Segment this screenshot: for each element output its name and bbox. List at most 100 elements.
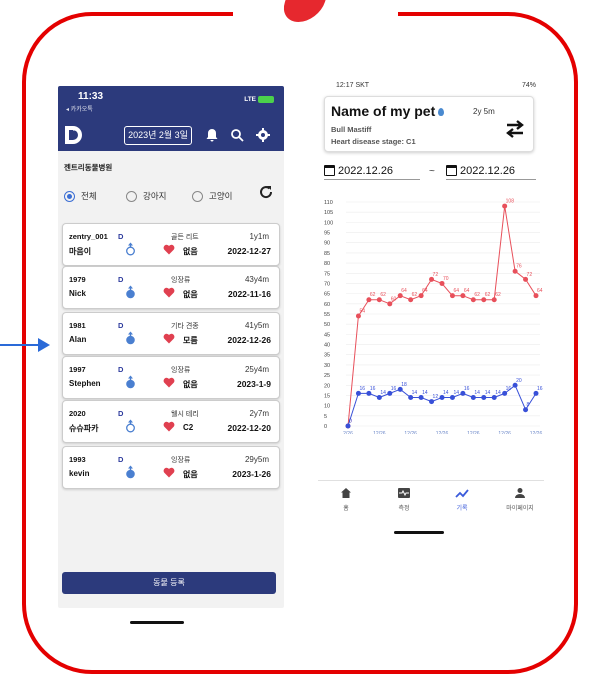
patient-name: 마음이 [69, 247, 92, 256]
nav-mypage[interactable]: 마이페이지 [500, 487, 540, 512]
date-to-selector[interactable]: 2022.12.26 [446, 162, 536, 180]
refresh-icon[interactable] [258, 184, 274, 200]
patient-age: 41y5m [244, 321, 269, 330]
heart-stage: 없음 [183, 290, 198, 299]
patient-name: Nick [69, 289, 86, 298]
data-label: 16 [537, 386, 543, 392]
y-tick-label: 50 [324, 322, 330, 328]
data-label: 0 [349, 419, 352, 425]
visit-date: 2022-12-20 [227, 423, 271, 433]
heart-stage: C2 [183, 423, 194, 432]
data-label: 108 [506, 199, 515, 205]
status-battery: 74% [521, 82, 536, 89]
y-tick-label: 10 [324, 404, 330, 410]
swap-icon[interactable] [503, 119, 527, 139]
filter-cat[interactable]: 고양이 [192, 190, 232, 202]
patient-breed: 웰시 테리 [171, 411, 199, 418]
heart-stage: 모름 [183, 336, 198, 345]
radio-off-icon [126, 190, 137, 202]
data-label: 14 [485, 390, 491, 396]
y-tick-label: 75 [324, 271, 330, 277]
patient-id: zentry_001 [69, 232, 108, 241]
patient-age: 43y4m [244, 275, 269, 284]
nav-records[interactable]: 기록 [442, 487, 482, 512]
patient-card[interactable]: 1981 D Alan 기타 견종 41y5m 모름 2022-12-26 [62, 312, 280, 355]
data-label: 64 [401, 288, 407, 294]
visit-date: 2022-12-26 [227, 335, 271, 345]
patient-age: 1y1m [249, 232, 269, 241]
register-animal-button[interactable]: 동물 등록 [62, 572, 276, 594]
calendar-icon [324, 165, 335, 176]
male-icon [126, 375, 135, 389]
data-label: 72 [433, 272, 439, 278]
patient-breed: 잉장류 [171, 277, 191, 284]
home-indicator [394, 531, 444, 534]
date-separator: ~ [429, 166, 435, 177]
male-icon [126, 285, 135, 299]
radio-off-icon [192, 190, 203, 202]
patient-name: kevin [69, 469, 90, 478]
visit-date: 2022-11-16 [227, 289, 271, 299]
data-label: 54 [359, 309, 365, 315]
data-label: 16 [506, 386, 512, 392]
pet-stage: Heart disease stage: C1 [331, 137, 416, 146]
date-selector[interactable]: 2023년 2월 3일 [124, 126, 192, 145]
bottom-navigation: 홈 측정 기록 마이페이지 [318, 480, 544, 520]
data-label: 14 [380, 390, 386, 396]
visit-date: 2023-1-26 [232, 469, 271, 479]
data-label: 64 [422, 288, 428, 294]
patient-id: 1981 [69, 321, 86, 330]
patient-age: 2y7m [249, 409, 269, 418]
svg-text:zen: zen [73, 127, 79, 132]
nav-measure[interactable]: 측정 [384, 487, 424, 512]
x-tick-label: 2/263:00 [343, 431, 353, 434]
data-label: 14 [495, 390, 501, 396]
patient-age: 25y4m [244, 365, 269, 374]
patient-card[interactable]: 1997 D Stephen 잉장류 25y4m 없음 2023-1-9 [62, 356, 280, 399]
patient-type: D [118, 321, 124, 330]
date-from-selector[interactable]: 2022.12.26 [324, 162, 420, 180]
home-icon [341, 488, 351, 498]
data-label: 62 [495, 292, 501, 298]
gear-icon[interactable] [256, 128, 270, 142]
x-tick-label: 12/2601:40 [404, 431, 417, 434]
search-icon[interactable] [230, 128, 244, 142]
data-label: 62 [412, 292, 418, 298]
x-tick-label: 12/2605:40 [530, 431, 543, 434]
patient-card[interactable]: 2020 D 슈슈파카 웰시 테리 2y7m C2 2022-12-20 [62, 400, 280, 443]
y-tick-label: 65 [324, 292, 330, 298]
status-time: 11:33 [78, 91, 104, 102]
heart-icon [163, 244, 175, 255]
y-tick-label: 70 [324, 281, 330, 287]
x-tick-label: 12/2602:40 [436, 431, 449, 434]
patient-breed: 잉장류 [171, 367, 191, 374]
data-label: 64 [537, 288, 543, 294]
male-icon [126, 242, 135, 256]
nav-home[interactable]: 홈 [326, 487, 366, 512]
bell-icon[interactable] [205, 128, 219, 142]
data-label: 64 [453, 288, 459, 294]
data-label: 16 [370, 386, 376, 392]
heart-icon [163, 377, 175, 388]
male-icon [126, 419, 135, 433]
filter-dog[interactable]: 강아지 [126, 190, 166, 202]
patient-id: 1993 [69, 455, 86, 464]
heart-stage: 없음 [183, 247, 198, 256]
patient-name: Stephen [69, 379, 101, 388]
data-label: 16 [391, 386, 397, 392]
patient-card[interactable]: 1979 D Nick 잉장류 43y4m 없음 2022-11-16 [62, 266, 280, 309]
patient-name: 슈슈파카 [69, 424, 99, 433]
patient-card[interactable]: zentry_001 D 마음이 골든 리트 1y1m 없음 2022-12-27 [62, 223, 280, 266]
patient-card[interactable]: 1993 Dkevin 잉장류 29y5m 없음 2023-1-26 [62, 446, 280, 489]
data-label: 18 [401, 382, 407, 388]
y-tick-label: 35 [324, 353, 330, 359]
heart-icon [163, 333, 175, 344]
pet-card[interactable]: Name of my pet 2y 5m Bull Mastiff Heart … [324, 96, 534, 152]
pet-name: Name of my pet [331, 103, 445, 119]
heart-icon [163, 467, 175, 478]
y-tick-label: 95 [324, 231, 330, 237]
data-label: 62 [474, 292, 480, 298]
filter-all[interactable]: 전체 [64, 190, 97, 202]
data-label: 64 [464, 288, 470, 294]
series-line [347, 206, 537, 427]
